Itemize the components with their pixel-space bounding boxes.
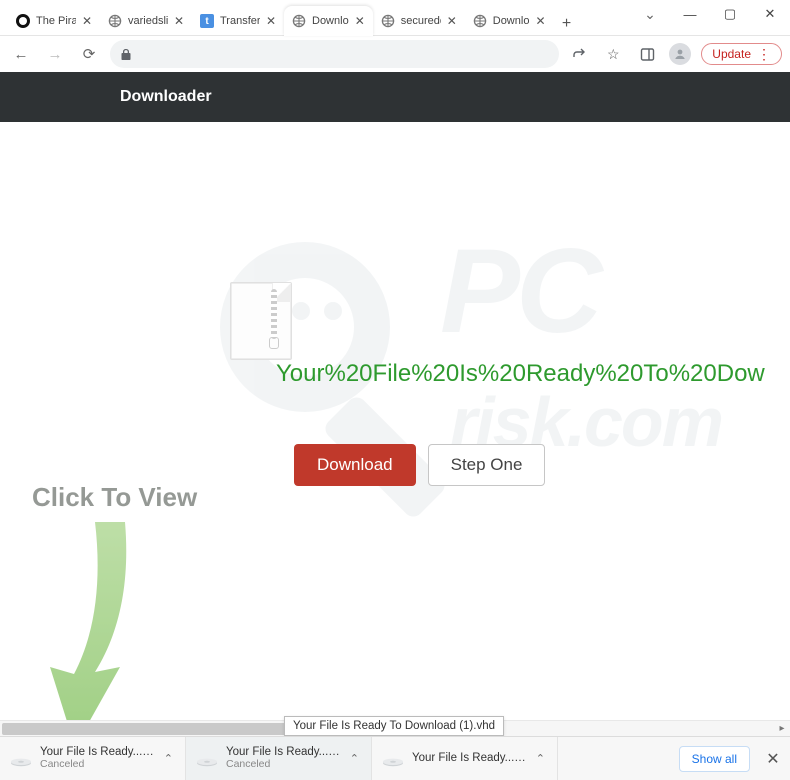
toolbar-right: ☆ Update ⋮	[567, 42, 782, 66]
download-status: Canceled	[226, 759, 340, 771]
globe-icon	[381, 14, 395, 28]
star-icon[interactable]: ☆	[601, 42, 625, 66]
forward-button[interactable]: →	[42, 41, 68, 67]
tab-4[interactable]: securedo ✕	[373, 6, 465, 36]
tab-title: variedsli	[128, 15, 168, 27]
address-bar[interactable]	[110, 40, 559, 68]
close-icon[interactable]: ✕	[174, 14, 184, 28]
chevron-up-icon[interactable]: ⌃	[348, 752, 361, 765]
lock-icon	[120, 48, 132, 61]
new-tab-button[interactable]: +	[554, 12, 580, 35]
globe-icon	[108, 14, 122, 28]
close-shelf-button[interactable]: ✕	[756, 737, 790, 780]
disk-icon	[196, 751, 218, 767]
download-status: Canceled	[40, 759, 154, 771]
download-button[interactable]: Download	[294, 444, 416, 486]
tab-1[interactable]: variedsli ✕	[100, 6, 192, 36]
step-one-button[interactable]: Step One	[428, 444, 546, 486]
window-controls: ⌄ — ▢ ✕	[630, 0, 790, 35]
minimize-button[interactable]: —	[670, 0, 710, 28]
tab-3-active[interactable]: Downlo ✕	[284, 6, 373, 36]
download-shelf: Your File Is Ready....vhd Canceled ⌃ You…	[0, 736, 790, 780]
update-button[interactable]: Update ⋮	[701, 43, 782, 65]
tab-title: Transfer	[220, 15, 260, 27]
chevron-up-icon[interactable]: ⌃	[162, 752, 175, 765]
window-titlebar: The Pirat ✕ variedsli ✕ t Transfer ✕ Dow…	[0, 0, 790, 36]
update-label: Update	[712, 47, 751, 61]
t-icon: t	[200, 14, 214, 28]
close-icon[interactable]: ✕	[355, 14, 365, 28]
close-window-button[interactable]: ✕	[750, 0, 790, 28]
side-panel-icon[interactable]	[635, 42, 659, 66]
download-item-1[interactable]: Your File Is Ready....vhd Canceled ⌃	[186, 737, 372, 780]
download-item-2[interactable]: Your File Is Ready....vhd ⌃	[372, 737, 558, 780]
close-icon[interactable]: ✕	[82, 14, 92, 28]
close-icon[interactable]: ✕	[266, 14, 276, 28]
hero-section: Your%20File%20Is%20Ready%20To%20Dow Down…	[0, 122, 790, 486]
browser-toolbar: ← → ⟳ ☆ Update ⋮	[0, 36, 790, 72]
tab-title: The Pirat	[36, 15, 76, 27]
close-icon[interactable]: ✕	[447, 14, 457, 28]
tab-5[interactable]: Downlo ✕	[465, 6, 554, 36]
headline: Your%20File%20Is%20Ready%20To%20Dow	[276, 360, 765, 388]
tab-2[interactable]: t Transfer ✕	[192, 6, 284, 36]
page-title: Downloader	[120, 88, 212, 106]
download-item-0[interactable]: Your File Is Ready....vhd Canceled ⌃	[0, 737, 186, 780]
page-content: PC risk.com Your%20File%20Is%20Ready%20T…	[0, 122, 790, 736]
maximize-button[interactable]: ▢	[710, 0, 750, 28]
disk-icon	[382, 751, 404, 767]
page-header: Downloader	[0, 72, 790, 122]
globe-icon	[292, 14, 306, 28]
chevron-down-icon[interactable]: ⌄	[630, 0, 670, 28]
tab-title: Downlo	[312, 15, 349, 27]
tab-title: Downlo	[493, 15, 530, 27]
arrow-down-icon	[40, 522, 160, 736]
tab-strip: The Pirat ✕ variedsli ✕ t Transfer ✕ Dow…	[0, 0, 630, 35]
chevron-up-icon[interactable]: ⌃	[534, 752, 547, 765]
globe-icon	[473, 14, 487, 28]
reload-button[interactable]: ⟳	[76, 41, 102, 67]
zip-file-icon	[230, 282, 292, 360]
scroll-right-icon[interactable]: ▸	[774, 721, 790, 737]
show-all-button[interactable]: Show all	[679, 746, 750, 772]
profile-avatar[interactable]	[669, 43, 691, 65]
back-button[interactable]: ←	[8, 41, 34, 67]
pirate-icon	[16, 14, 30, 28]
download-name: Your File Is Ready....vhd	[412, 752, 526, 765]
tab-0[interactable]: The Pirat ✕	[8, 6, 100, 36]
menu-dots-icon: ⋮	[757, 47, 771, 61]
tab-title: securedo	[401, 15, 441, 27]
overlay-text: Click To View	[32, 482, 197, 513]
disk-icon	[10, 751, 32, 767]
share-icon[interactable]	[567, 42, 591, 66]
close-icon[interactable]: ✕	[535, 14, 545, 28]
download-tooltip: Your File Is Ready To Download (1).vhd	[284, 716, 504, 736]
